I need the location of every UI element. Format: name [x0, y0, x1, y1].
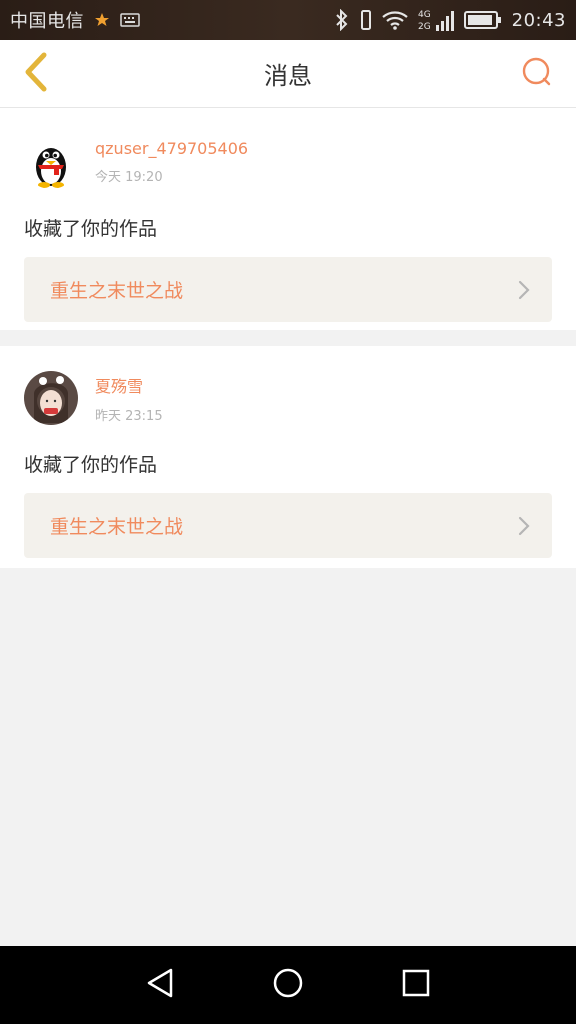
message-card: qzuser_479705406 今天 19:20 收藏了你的作品 重生之末世之…	[0, 108, 576, 330]
wifi-icon	[381, 10, 408, 30]
penguin-avatar-icon	[24, 135, 78, 189]
avatar[interactable]	[24, 371, 78, 425]
timestamp: 昨天 23:15	[95, 408, 163, 424]
system-nav-bar	[0, 946, 576, 1024]
username[interactable]: qzuser_479705406	[95, 139, 248, 158]
work-title: 重生之末世之战	[50, 280, 184, 302]
message-text: 收藏了你的作品	[24, 218, 158, 240]
back-button[interactable]	[14, 52, 58, 96]
clock: 20:43	[511, 9, 566, 31]
bluetooth-icon	[334, 9, 350, 31]
avatar[interactable]	[24, 135, 78, 189]
message-list: qzuser_479705406 今天 19:20 收藏了你的作品 重生之末世之…	[0, 108, 576, 568]
square-recents-icon	[401, 968, 431, 1002]
work-link[interactable]: 重生之末世之战	[24, 493, 552, 558]
work-link[interactable]: 重生之末世之战	[24, 257, 552, 322]
username[interactable]: 夏殇雪	[95, 373, 163, 397]
chat-button[interactable]	[516, 54, 556, 94]
message-header: qzuser_479705406 今天 19:20	[24, 132, 552, 192]
triangle-back-icon	[145, 967, 175, 1003]
message-text: 收藏了你的作品	[24, 454, 158, 476]
chevron-left-icon	[23, 52, 49, 96]
page-title: 消息	[264, 62, 312, 90]
svg-text:4G: 4G	[418, 10, 431, 20]
keyboard-icon	[120, 13, 140, 27]
chevron-right-icon	[518, 280, 530, 300]
chat-bubble-icon	[520, 56, 552, 92]
message-header: 夏殇雪 昨天 23:15	[24, 368, 552, 428]
app-header: 消息	[0, 40, 576, 108]
star-icon	[94, 12, 110, 28]
status-bar: 中国电信 4G 2G 20:43	[0, 0, 576, 40]
nav-back-button[interactable]	[142, 967, 178, 1003]
user-meta: 夏殇雪 昨天 23:15	[95, 373, 163, 424]
nav-home-button[interactable]	[270, 967, 306, 1003]
vibrate-icon	[360, 10, 372, 30]
signal-icon: 4G 2G	[418, 7, 454, 33]
chevron-right-icon	[518, 516, 530, 536]
work-title: 重生之末世之战	[50, 516, 184, 538]
carrier-name: 中国电信	[10, 11, 84, 32]
svg-text:2G: 2G	[418, 22, 431, 32]
girl-avatar-icon	[24, 371, 78, 425]
circle-home-icon	[272, 967, 304, 1003]
timestamp: 今天 19:20	[95, 170, 163, 185]
user-meta: qzuser_479705406 今天 19:20	[95, 139, 248, 185]
message-card: 夏殇雪 昨天 23:15 收藏了你的作品 重生之末世之战	[0, 346, 576, 568]
battery-icon	[463, 10, 502, 30]
nav-recents-button[interactable]	[398, 967, 434, 1003]
